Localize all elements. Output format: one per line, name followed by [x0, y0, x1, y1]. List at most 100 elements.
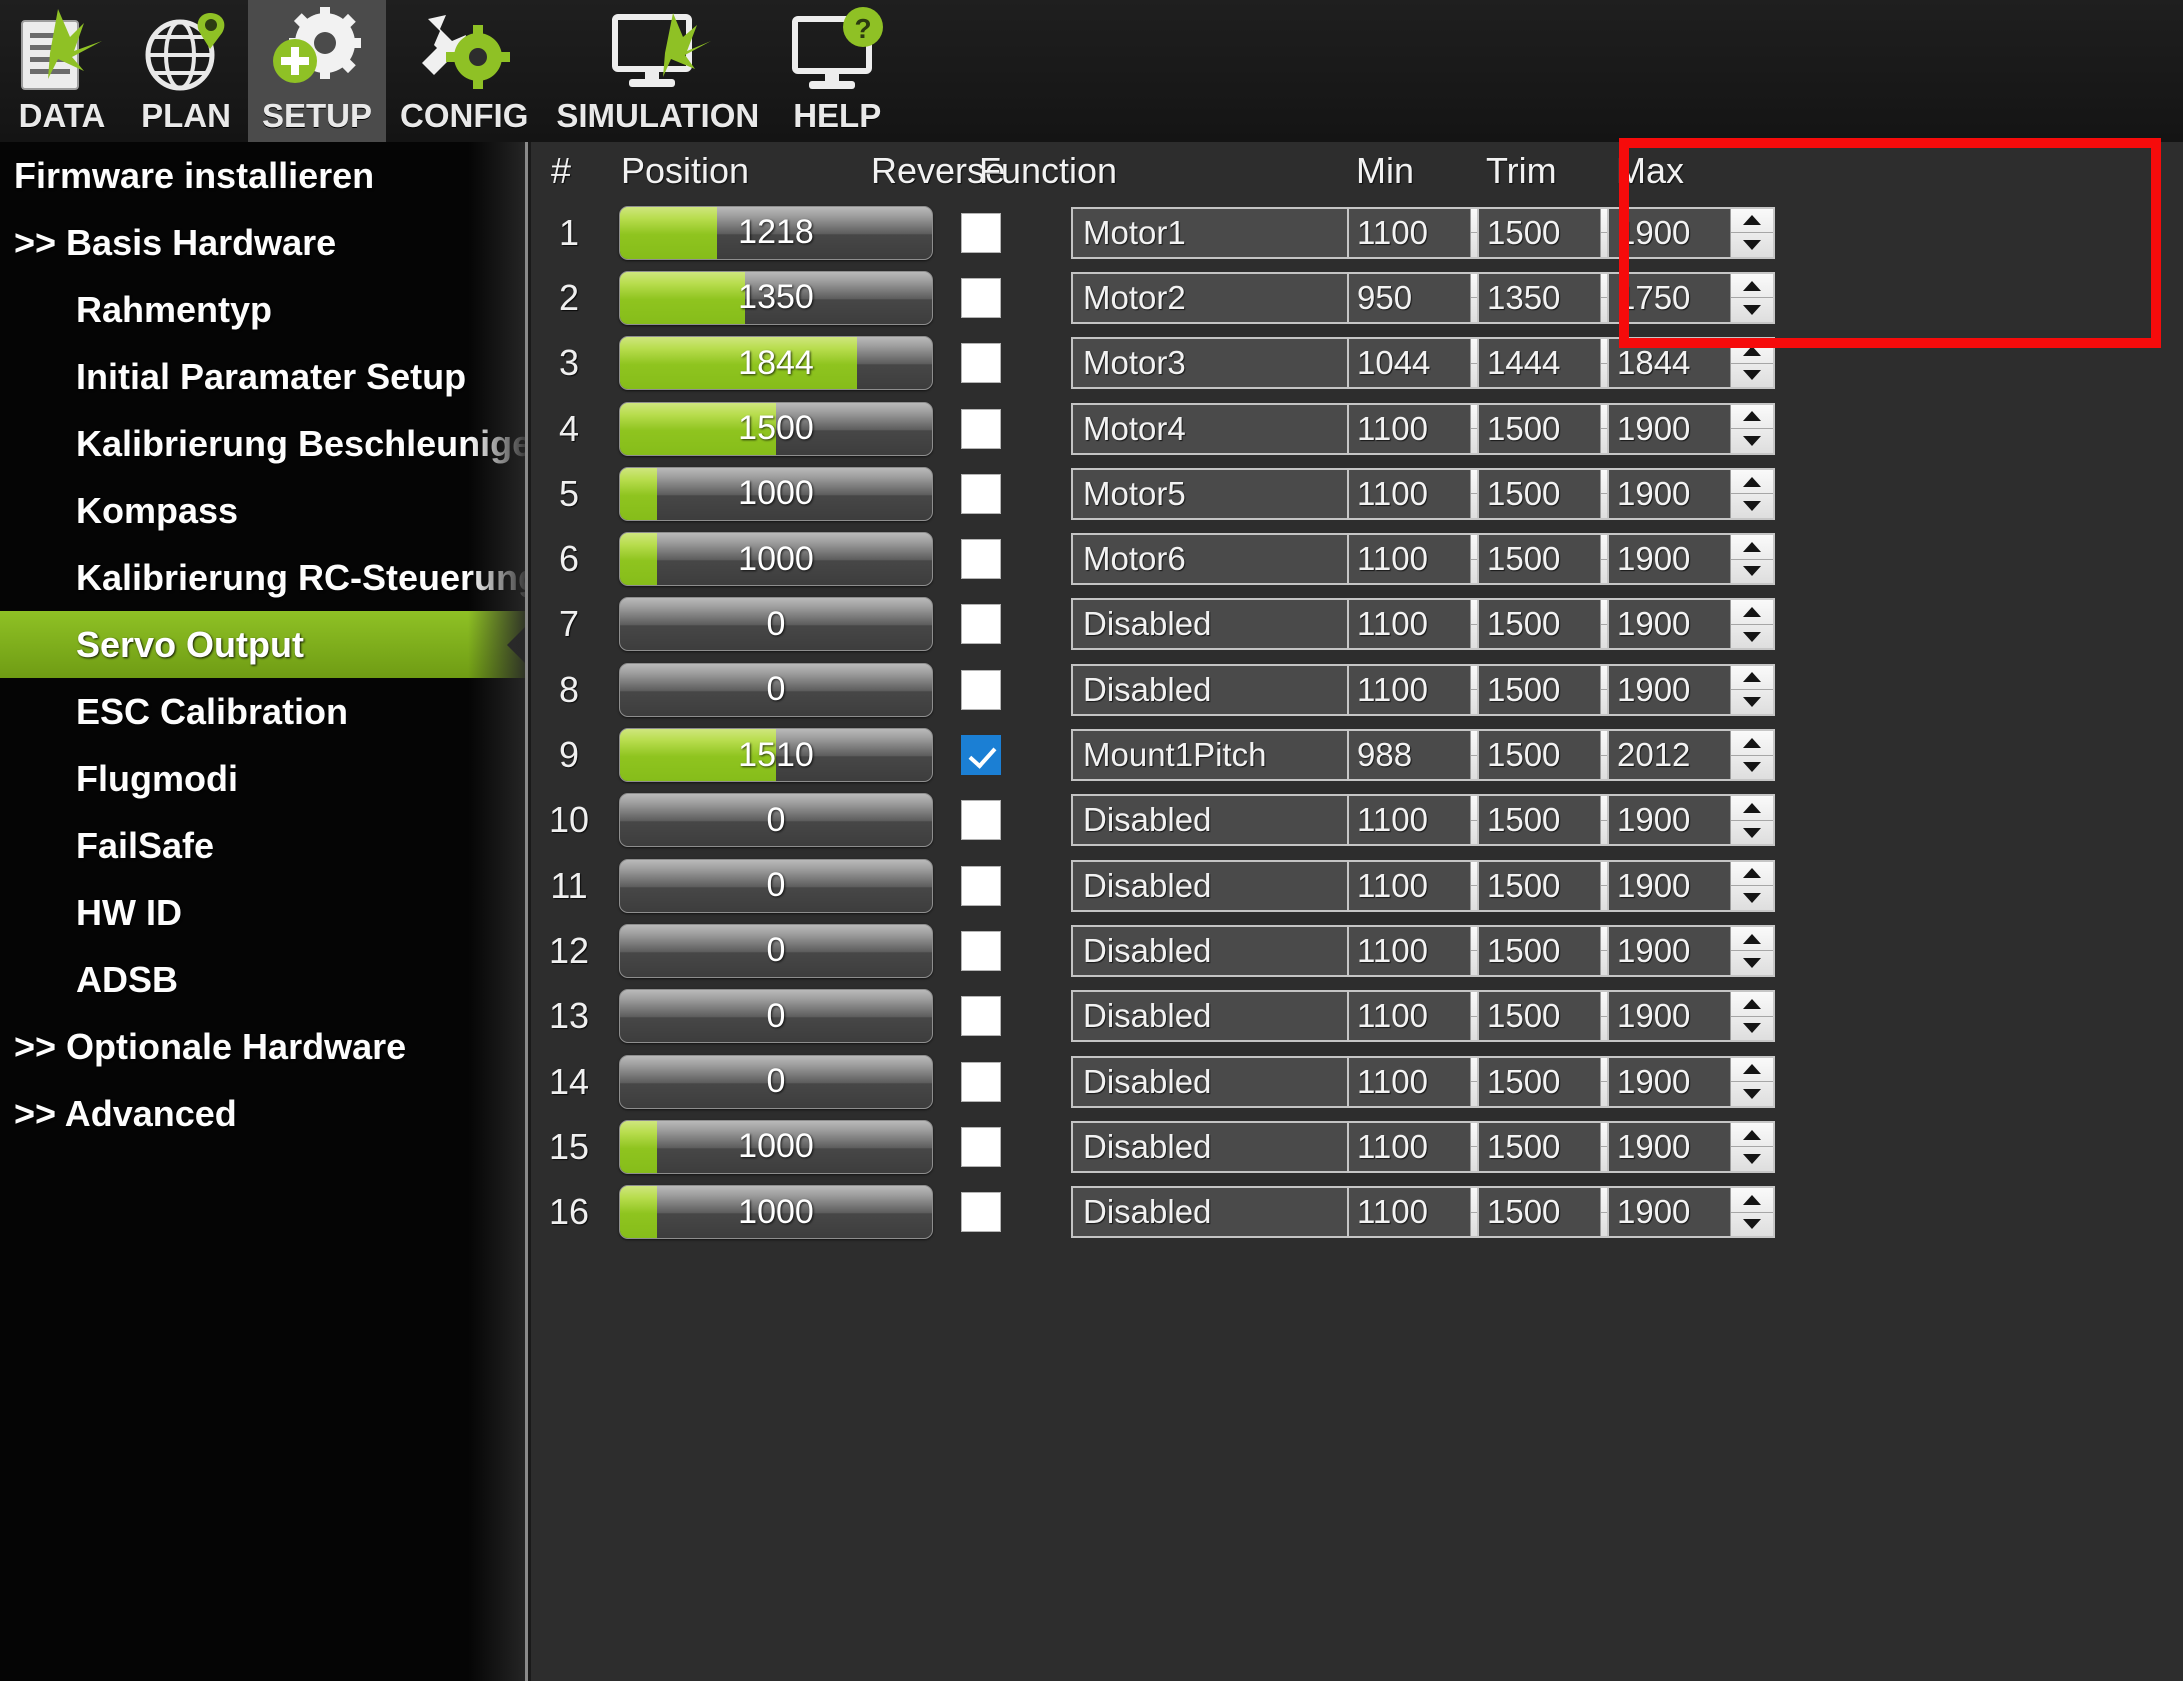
max-spin-buttons[interactable] — [1730, 992, 1773, 1041]
min-value[interactable]: 1100 — [1349, 600, 1470, 648]
min-value[interactable]: 1100 — [1349, 796, 1470, 844]
max-value[interactable]: 1900 — [1609, 1123, 1730, 1171]
max-increment-button[interactable] — [1731, 1123, 1773, 1148]
max-value[interactable]: 1900 — [1609, 927, 1730, 975]
sidebar-item-basis-hardware[interactable]: >> Basis Hardware — [0, 209, 528, 276]
sidebar-item-esc-calibration[interactable]: ESC Calibration — [0, 678, 528, 745]
min-value[interactable]: 1100 — [1349, 862, 1470, 910]
max-value[interactable]: 1750 — [1609, 274, 1730, 322]
max-spin-buttons[interactable] — [1730, 1122, 1773, 1171]
max-decrement-button[interactable] — [1731, 756, 1773, 780]
max-value[interactable]: 1900 — [1609, 666, 1730, 714]
max-value[interactable]: 1900 — [1609, 1188, 1730, 1236]
max-stepper[interactable]: 1900 — [1607, 598, 1775, 651]
min-value[interactable]: 1044 — [1349, 339, 1470, 387]
max-value[interactable]: 1844 — [1609, 339, 1730, 387]
min-value[interactable]: 1100 — [1349, 470, 1470, 518]
reverse-checkbox[interactable] — [961, 1126, 1001, 1167]
reverse-checkbox[interactable] — [961, 800, 1001, 841]
max-stepper[interactable]: 1900 — [1607, 402, 1775, 455]
max-increment-button[interactable] — [1731, 796, 1773, 821]
max-spin-buttons[interactable] — [1730, 535, 1773, 584]
max-stepper[interactable]: 1900 — [1607, 1186, 1775, 1239]
toolbar-tab-simulation[interactable]: SIMULATION — [542, 0, 773, 142]
max-increment-button[interactable] — [1731, 274, 1773, 299]
max-stepper[interactable]: 1900 — [1607, 1055, 1775, 1108]
max-stepper[interactable]: 1900 — [1607, 990, 1775, 1043]
max-decrement-button[interactable] — [1731, 560, 1773, 584]
max-increment-button[interactable] — [1731, 600, 1773, 625]
trim-value[interactable]: 1500 — [1479, 535, 1600, 583]
min-value[interactable]: 1100 — [1349, 1058, 1470, 1106]
reverse-checkbox[interactable] — [961, 408, 1001, 449]
reverse-checkbox[interactable] — [961, 277, 1001, 318]
max-decrement-button[interactable] — [1731, 233, 1773, 257]
max-stepper[interactable]: 1900 — [1607, 206, 1775, 259]
max-decrement-button[interactable] — [1731, 951, 1773, 975]
trim-value[interactable]: 1500 — [1479, 405, 1600, 453]
reverse-checkbox[interactable] — [961, 539, 1001, 580]
max-spin-buttons[interactable] — [1730, 208, 1773, 257]
max-decrement-button[interactable] — [1731, 1017, 1773, 1041]
max-value[interactable]: 2012 — [1609, 731, 1730, 779]
max-value[interactable]: 1900 — [1609, 405, 1730, 453]
max-value[interactable]: 1900 — [1609, 992, 1730, 1040]
sidebar-item-kalibrierung-rc-steuerung[interactable]: Kalibrierung RC-Steuerung — [0, 544, 528, 611]
trim-value[interactable]: 1500 — [1479, 1058, 1600, 1106]
sidebar-item-initial-paramater-setup[interactable]: Initial Paramater Setup — [0, 343, 528, 410]
max-spin-buttons[interactable] — [1730, 469, 1773, 518]
max-decrement-button[interactable] — [1731, 364, 1773, 388]
toolbar-tab-config[interactable]: CONFIG — [386, 0, 542, 142]
sidebar-item-failsafe[interactable]: FailSafe — [0, 812, 528, 879]
max-stepper[interactable]: 1900 — [1607, 533, 1775, 586]
toolbar-tab-data[interactable]: DATA — [0, 0, 124, 142]
min-value[interactable]: 1100 — [1349, 927, 1470, 975]
max-decrement-button[interactable] — [1731, 1213, 1773, 1237]
min-value[interactable]: 1100 — [1349, 666, 1470, 714]
max-decrement-button[interactable] — [1731, 1147, 1773, 1171]
max-value[interactable]: 1900 — [1609, 535, 1730, 583]
toolbar-tab-help[interactable]: ? HELP — [773, 0, 901, 142]
sidebar-item-servo-output[interactable]: Servo Output — [0, 611, 528, 678]
sidebar-item-adsb[interactable]: ADSB — [0, 946, 528, 1013]
reverse-checkbox[interactable] — [961, 1061, 1001, 1102]
max-increment-button[interactable] — [1731, 927, 1773, 952]
max-decrement-button[interactable] — [1731, 494, 1773, 518]
max-spin-buttons[interactable] — [1730, 1057, 1773, 1106]
reverse-checkbox[interactable] — [961, 865, 1001, 906]
max-increment-button[interactable] — [1731, 1058, 1773, 1082]
min-value[interactable]: 988 — [1349, 731, 1470, 779]
max-increment-button[interactable] — [1731, 992, 1773, 1017]
max-decrement-button[interactable] — [1731, 821, 1773, 845]
max-value[interactable]: 1900 — [1609, 470, 1730, 518]
trim-value[interactable]: 1500 — [1479, 666, 1600, 714]
max-increment-button[interactable] — [1731, 405, 1773, 430]
max-value[interactable]: 1900 — [1609, 796, 1730, 844]
trim-value[interactable]: 1350 — [1479, 274, 1600, 322]
max-stepper[interactable]: 1900 — [1607, 924, 1775, 977]
max-spin-buttons[interactable] — [1730, 731, 1773, 780]
trim-value[interactable]: 1500 — [1479, 731, 1600, 779]
max-decrement-button[interactable] — [1731, 298, 1773, 322]
reverse-checkbox[interactable] — [961, 1192, 1001, 1233]
sidebar-item-rahmentyp[interactable]: Rahmentyp — [0, 276, 528, 343]
max-stepper[interactable]: 1844 — [1607, 337, 1775, 390]
min-value[interactable]: 1100 — [1349, 1123, 1470, 1171]
max-stepper[interactable]: 1900 — [1607, 859, 1775, 912]
sidebar-item-flugmodi[interactable]: Flugmodi — [0, 745, 528, 812]
max-spin-buttons[interactable] — [1730, 926, 1773, 975]
max-spin-buttons[interactable] — [1730, 339, 1773, 388]
max-stepper[interactable]: 1900 — [1607, 794, 1775, 847]
reverse-checkbox[interactable] — [961, 473, 1001, 514]
max-stepper[interactable]: 1900 — [1607, 663, 1775, 716]
max-increment-button[interactable] — [1731, 470, 1773, 495]
trim-value[interactable]: 1500 — [1479, 796, 1600, 844]
sidebar-item-hw-id[interactable]: HW ID — [0, 879, 528, 946]
max-value[interactable]: 1900 — [1609, 862, 1730, 910]
max-stepper[interactable]: 1900 — [1607, 467, 1775, 520]
sidebar-item-firmware-installieren[interactable]: Firmware installieren — [0, 142, 528, 209]
trim-value[interactable]: 1500 — [1479, 1188, 1600, 1236]
reverse-checkbox[interactable] — [961, 343, 1001, 384]
max-increment-button[interactable] — [1731, 862, 1773, 887]
max-increment-button[interactable] — [1731, 1188, 1773, 1213]
